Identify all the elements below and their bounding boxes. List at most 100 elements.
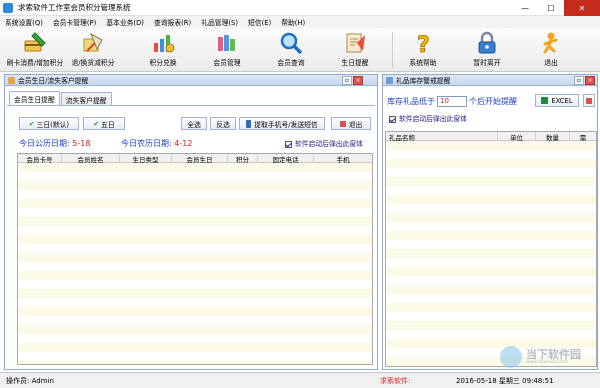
lunar-date-label: 今日农历日期: <box>121 139 172 148</box>
tab-birthday-reminder[interactable]: 会员生日提醒 <box>9 91 60 105</box>
toolbar: 刷卡消费/增加积分 退/换货减积分 积分兑换 会员管理 会员查询 生日提醒 ? <box>0 28 600 72</box>
phone-icon <box>246 119 252 128</box>
stock-threshold-suffix: 个后开始提醒 <box>469 97 517 106</box>
status-bar: 操作员: Admin 求索软件: 2016-05-18 星期三 09:48:51 <box>0 372 600 388</box>
panel-icon <box>386 76 393 84</box>
toolbar-label: 会员管理 <box>213 59 241 67</box>
column-header[interactable]: 会员姓名 <box>62 154 120 164</box>
gift-panel-exit-button[interactable] <box>583 94 595 107</box>
datetime-status: 2016-05-18 星期三 09:48:51 <box>456 376 554 385</box>
panel-icon <box>8 76 15 84</box>
startup-popup-checkbox[interactable]: 软件启动后弹出此窗体 <box>285 138 363 148</box>
column-header[interactable]: 手机 <box>314 154 372 164</box>
button-label: EXCEL <box>551 96 573 105</box>
toolbar-label: 会员查询 <box>277 59 305 67</box>
stock-threshold-input[interactable]: 10 <box>437 96 467 107</box>
extract-sms-button[interactable]: 提取手机号/发送短信 <box>239 117 325 130</box>
operator-status: 操作员: Admin <box>6 376 54 385</box>
invert-selection-button[interactable]: 反选 <box>210 117 236 130</box>
minimize-button[interactable]: — <box>512 0 538 16</box>
panel-close-button[interactable]: × <box>585 76 595 85</box>
return-goods-button[interactable]: 退/换货减积分 <box>62 30 124 70</box>
panel-title: 礼品库存警戒提醒 <box>396 77 451 85</box>
birthday-reminder-panel: 会员生日/流失客户提醒 ▫ × 会员生日提醒 流失客户提醒 ✔ 三日(默认) ✔ 五… <box>4 74 378 370</box>
birthday-reminder-button[interactable]: 生日提醒 <box>324 30 386 70</box>
stock-threshold-prefix: 库存礼品低于 <box>387 97 435 106</box>
system-help-button[interactable]: ? 系统帮助 <box>392 30 454 70</box>
lunar-date-value: 4-12 <box>174 139 193 148</box>
panel-title-bar: 会员生日/流失客户提醒 <box>5 75 377 86</box>
member-management-button[interactable]: 会员管理 <box>196 30 258 70</box>
menu-gift-management[interactable]: 礼品管理(S) <box>196 17 243 27</box>
column-header[interactable]: 生日类型 <box>120 154 172 164</box>
checkbox-label: 软件启动后弹出此窗体 <box>295 140 363 148</box>
member-query-button[interactable]: 会员查询 <box>260 30 322 70</box>
solar-date: 今日公历日期: 5-18 <box>19 138 90 149</box>
card-consume-button[interactable]: 刷卡消费/增加积分 <box>4 30 66 70</box>
watermark: 当下软件园 www.downxia.com <box>500 344 596 370</box>
gift-stock-table[interactable]: 礼品名称 单位 数量 需 <box>385 131 597 367</box>
gift-stock-panel: 礼品库存警戒提醒 ▫ × 库存礼品低于 10 个后开始提醒 EXCEL 软件启动… <box>382 74 598 370</box>
column-header[interactable]: 会员卡号 <box>18 154 62 164</box>
panel-title: 会员生日/流失客户提醒 <box>18 77 89 85</box>
tab-divider <box>7 105 375 106</box>
select-all-button[interactable]: 全选 <box>181 117 207 130</box>
table-header: 会员卡号 会员姓名 生日类型 会员生日 积分 固定电话 手机 <box>18 154 372 164</box>
excel-export-button[interactable]: EXCEL <box>535 94 579 107</box>
toolbar-label: 积分兑换 <box>149 59 177 67</box>
tab-lost-customers[interactable]: 流失客户提醒 <box>60 92 112 106</box>
button-label: 提取手机号/发送短信 <box>254 120 318 129</box>
lock-icon <box>475 31 499 55</box>
lunar-date: 今日农历日期: 4-12 <box>121 138 192 149</box>
three-days-button[interactable]: ✔ 三日(默认) <box>19 117 79 130</box>
solar-date-label: 今日公历日期: <box>19 139 70 148</box>
check-icon: ✔ <box>28 119 35 128</box>
panel-close-button[interactable]: × <box>353 76 363 85</box>
column-header[interactable]: 单位 <box>498 132 536 142</box>
exit-panel-button[interactable]: 退出 <box>331 117 371 130</box>
column-header[interactable]: 需 <box>570 132 596 142</box>
panel-restore-button[interactable]: ▫ <box>342 76 352 85</box>
toolbar-label: 生日提醒 <box>341 59 369 67</box>
column-header[interactable]: 积分 <box>228 154 258 164</box>
maximize-button[interactable]: ☐ <box>538 0 564 16</box>
points-exchange-button[interactable]: 积分兑换 <box>132 30 194 70</box>
title-bar: 求索软件工作室会员积分管理系统 — ☐ ✕ <box>0 0 600 16</box>
exit-square-icon <box>339 120 346 127</box>
solar-date-value: 5-18 <box>72 139 91 148</box>
stock-threshold-row: 库存礼品低于 10 个后开始提醒 <box>387 96 517 107</box>
column-header[interactable]: 固定电话 <box>258 154 314 164</box>
toolbar-label: 退/换货减积分 <box>71 59 115 67</box>
brand-status: 求索软件: <box>380 376 411 385</box>
five-days-button[interactable]: ✔ 五日 <box>83 117 125 130</box>
checkbox-label: 软件启动后弹出此窗体 <box>399 115 467 123</box>
exit-toolbar-button[interactable]: 退出 <box>520 30 582 70</box>
points-exchange-icon <box>151 31 175 55</box>
toolbar-label: 退出 <box>544 59 558 67</box>
menu-reports[interactable]: 查询报表(R) <box>149 17 196 27</box>
button-label: 五日 <box>101 120 115 129</box>
column-header[interactable]: 数量 <box>536 132 570 142</box>
column-header[interactable]: 会员生日 <box>172 154 228 164</box>
gift-startup-popup-checkbox[interactable]: 软件启动后弹出此窗体 <box>389 113 467 123</box>
menu-card-management[interactable]: 会员卡管理(P) <box>48 17 101 27</box>
menu-system-settings[interactable]: 系统设置(Q) <box>0 17 48 27</box>
help-icon: ? <box>411 31 435 59</box>
search-magnifier-icon <box>279 31 303 55</box>
toolbar-label: 系统帮助 <box>409 59 437 67</box>
excel-icon <box>541 97 549 104</box>
temporary-leave-button[interactable]: 暂时离开 <box>456 30 518 70</box>
column-header[interactable]: 礼品名称 <box>386 132 498 142</box>
exit-icon <box>539 31 563 55</box>
panel-restore-button[interactable]: ▫ <box>574 76 584 85</box>
toolbar-label: 暂时离开 <box>473 59 501 67</box>
menu-help[interactable]: 帮助(H) <box>276 17 310 27</box>
exit-square-icon <box>586 97 592 104</box>
menu-basic-business[interactable]: 基本业务(D) <box>101 17 149 27</box>
close-button[interactable]: ✕ <box>564 0 600 16</box>
window-title: 求索软件工作室会员积分管理系统 <box>18 3 131 12</box>
card-pen-icon <box>23 31 47 55</box>
birthday-table[interactable]: 会员卡号 会员姓名 生日类型 会员生日 积分 固定电话 手机 <box>17 153 373 365</box>
menu-sms[interactable]: 短信(E) <box>243 17 276 27</box>
return-goods-icon <box>81 31 105 55</box>
